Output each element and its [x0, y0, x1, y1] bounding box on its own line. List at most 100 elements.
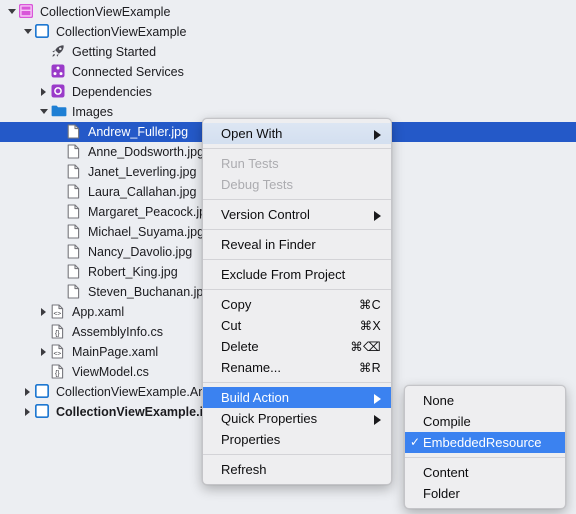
menu-item[interactable]: Exclude From Project: [203, 264, 391, 285]
menu-group: Build Action Quick Properties Properties: [203, 383, 391, 454]
menu-item[interactable]: Version Control: [203, 204, 391, 225]
menu-item[interactable]: Properties: [203, 429, 391, 450]
build-action-submenu[interactable]: None Compile ✓ EmbeddedResource Content Folde…: [404, 385, 566, 509]
menu-item-label: Run Tests: [221, 156, 279, 171]
project-icon: [35, 24, 53, 40]
svg-text:<>: <>: [53, 350, 61, 357]
menu-group: Exclude From Project: [203, 260, 391, 289]
tree-row-label: Laura_Callahan.jpg: [88, 185, 197, 199]
tree-row[interactable]: Connected Services: [0, 62, 576, 82]
menu-item-label: Delete: [221, 339, 259, 354]
file-icon: [67, 184, 85, 200]
submenu-item[interactable]: Folder: [405, 483, 565, 504]
menu-item-shortcut: ⌘⌫: [350, 340, 381, 354]
file-icon: [67, 284, 85, 300]
menu-item[interactable]: Reveal in Finder: [203, 234, 391, 255]
submenu-item-label: Folder: [423, 486, 460, 501]
check-icon: ✓: [409, 435, 421, 449]
menu-item: Run Tests: [203, 153, 391, 174]
file-icon: [67, 264, 85, 280]
submenu-arrow-icon: [371, 129, 381, 140]
tree-row-label: ViewModel.cs: [72, 365, 149, 379]
menu-item-shortcut: ⌘X: [359, 319, 381, 333]
menu-group: Content Folder: [405, 458, 565, 508]
submenu-item-label: None: [423, 393, 455, 408]
tree-row-label: Robert_King.jpg: [88, 265, 178, 279]
xaml-icon: <>: [51, 304, 69, 320]
chevron-down-icon[interactable]: [6, 2, 19, 22]
tree-row-label: Margaret_Peacock.jpg: [88, 205, 214, 219]
menu-item[interactable]: Rename... ⌘R: [203, 357, 391, 378]
tree-row-label: AssemblyInfo.cs: [72, 325, 164, 339]
solution-explorer-window: CollectionViewExample CollectionViewExamp…: [0, 0, 576, 514]
menu-item[interactable]: Build Action: [203, 387, 391, 408]
chevron-down-icon[interactable]: [22, 22, 35, 42]
menu-item-label: Refresh: [221, 462, 267, 477]
tree-row[interactable]: Dependencies: [0, 82, 576, 102]
tree-row[interactable]: CollectionViewExample: [0, 22, 576, 42]
file-icon: [67, 204, 85, 220]
project-icon: [35, 384, 53, 400]
menu-group: Copy ⌘C Cut ⌘X Delete ⌘⌫ Rename... ⌘R: [203, 290, 391, 382]
svg-text:{}: {}: [55, 331, 60, 338]
tree-row-label: Steven_Buchanan.jpg: [88, 285, 211, 299]
submenu-item[interactable]: Compile: [405, 411, 565, 432]
svg-text:{}: {}: [55, 371, 60, 378]
tree-row[interactable]: CollectionViewExample: [0, 2, 576, 22]
file-context-menu[interactable]: Open With Run Tests Debug Tests Version Con…: [202, 118, 392, 485]
project-icon: [35, 404, 53, 420]
submenu-arrow-icon: [371, 414, 381, 425]
csharp-icon: {}: [51, 324, 69, 340]
submenu-item-label: EmbeddedResource: [423, 435, 542, 450]
menu-group: Reveal in Finder: [203, 230, 391, 259]
tree-row-label: Janet_Leverling.jpg: [88, 165, 197, 179]
chevron-right-icon[interactable]: [38, 302, 51, 322]
menu-item-shortcut: ⌘R: [358, 361, 381, 375]
chevron-down-icon[interactable]: [38, 102, 51, 122]
menu-item[interactable]: Quick Properties: [203, 408, 391, 429]
menu-item[interactable]: Copy ⌘C: [203, 294, 391, 315]
menu-group: Run Tests Debug Tests: [203, 149, 391, 199]
submenu-item[interactable]: Content: [405, 462, 565, 483]
menu-item[interactable]: Cut ⌘X: [203, 315, 391, 336]
submenu-item-label: Compile: [423, 414, 471, 429]
menu-item-label: Exclude From Project: [221, 267, 346, 282]
chevron-right-icon[interactable]: [38, 82, 51, 102]
xaml-icon: <>: [51, 344, 69, 360]
menu-item[interactable]: Open With: [203, 123, 391, 144]
file-icon: [67, 124, 85, 140]
tree-row-label: Andrew_Fuller.jpg: [88, 125, 189, 139]
chevron-right-icon[interactable]: [38, 342, 51, 362]
menu-item-shortcut: ⌘C: [358, 298, 381, 312]
menu-group: Refresh: [203, 455, 391, 484]
menu-item-label: Debug Tests: [221, 177, 294, 192]
tree-row-label: MainPage.xaml: [72, 345, 159, 359]
chevron-right-icon[interactable]: [22, 402, 35, 422]
submenu-arrow-icon: [371, 393, 381, 404]
menu-item-label: Copy: [221, 297, 252, 312]
menu-group: Version Control: [203, 200, 391, 229]
submenu-item[interactable]: ✓ EmbeddedResource: [405, 432, 565, 453]
solution-icon: [19, 4, 37, 20]
tree-row-label: Anne_Dodsworth.jpg: [88, 145, 205, 159]
menu-item-label: Build Action: [221, 390, 289, 405]
tree-row[interactable]: Getting Started: [0, 42, 576, 62]
submenu-item[interactable]: None: [405, 390, 565, 411]
menu-item-label: Quick Properties: [221, 411, 318, 426]
menu-item-label: Open With: [221, 126, 283, 141]
menu-item[interactable]: Delete ⌘⌫: [203, 336, 391, 357]
menu-group: None Compile ✓ EmbeddedResource: [405, 386, 565, 457]
connected-services-icon: [51, 64, 69, 80]
tree-row-label: CollectionViewExample.iOS: [56, 405, 222, 419]
tree-row-label: Connected Services: [72, 65, 184, 79]
tree-row-label: App.xaml: [72, 305, 125, 319]
menu-item[interactable]: Refresh: [203, 459, 391, 480]
chevron-right-icon[interactable]: [22, 382, 35, 402]
rocket-icon: [51, 44, 69, 60]
